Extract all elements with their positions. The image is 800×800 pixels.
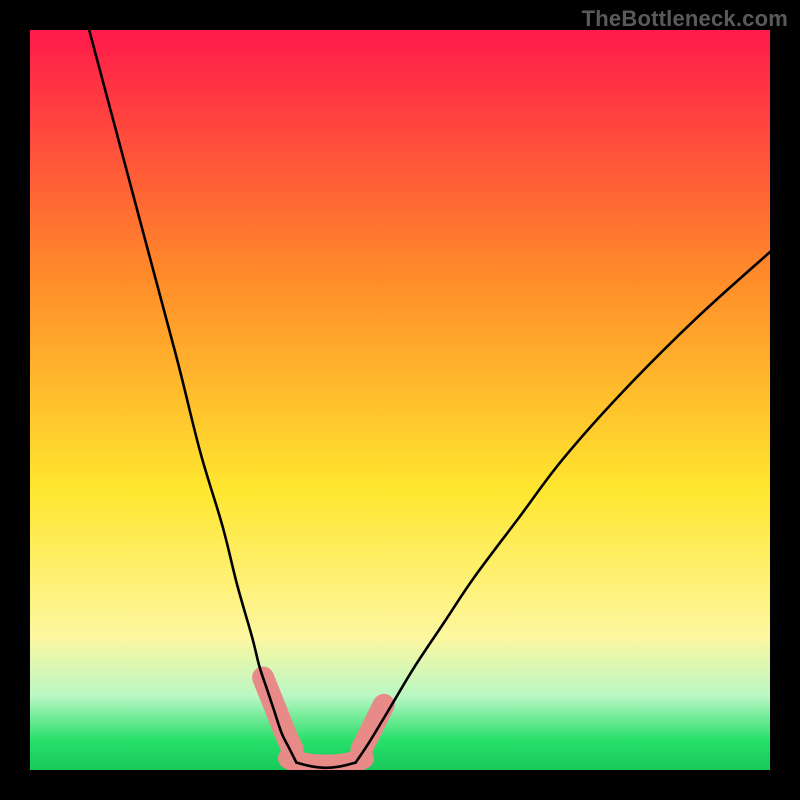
main-curves [89, 30, 770, 768]
watermark-text: TheBottleneck.com [582, 6, 788, 32]
root-frame: TheBottleneck.com [0, 0, 800, 800]
marker-band [263, 678, 384, 766]
curves-layer [30, 30, 770, 770]
left-curve-path [89, 30, 296, 763]
plot-area [30, 30, 770, 770]
right-curve-path [356, 252, 770, 763]
marker-band-right-path [362, 705, 384, 749]
